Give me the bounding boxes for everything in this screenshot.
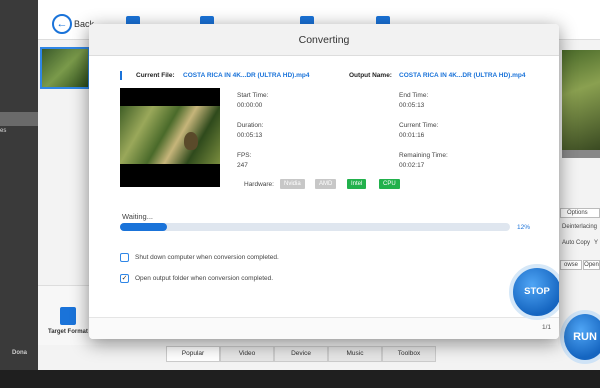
dialog-footer: 1/1 <box>89 317 559 339</box>
video-preview <box>120 88 220 187</box>
bottom-bar <box>0 370 600 388</box>
progress-fill <box>120 223 167 231</box>
converting-dialog: Converting Current File: COSTA RICA IN 4… <box>89 24 559 339</box>
left-panel-text: es <box>0 128 7 134</box>
arrow-left-icon: ← <box>56 18 68 30</box>
format-tabbar: Popular Video Device Music Toolbox <box>166 346 436 362</box>
tab-video[interactable]: Video <box>220 346 274 362</box>
open-button[interactable]: Open <box>583 260 600 270</box>
current-file-value: COSTA RICA IN 4K...DR (ULTRA HD).mp4 <box>183 72 310 79</box>
dialog-title: Converting <box>89 24 559 56</box>
start-time-value: 00:00:00 <box>237 102 263 109</box>
start-time-label: Start Time: <box>237 92 269 99</box>
hardware-cpu-badge[interactable]: CPU <box>379 179 400 189</box>
left-selected-item[interactable] <box>0 112 38 126</box>
status-text: Waiting... <box>122 212 153 221</box>
tab-popular[interactable]: Popular <box>166 346 220 362</box>
duration-label: Duration: <box>237 122 264 129</box>
current-time-value: 00:01:16 <box>399 132 425 139</box>
back-button[interactable]: ← <box>52 14 72 34</box>
end-time-label: End Time: <box>399 92 429 99</box>
output-name-value: COSTA RICA IN 4K...DR (ULTRA HD).mp4 <box>399 72 526 79</box>
duration-value: 00:05:13 <box>237 132 263 139</box>
current-file-label: Current File: <box>136 72 175 79</box>
hardware-intel-badge[interactable]: Intel <box>347 179 367 189</box>
shutdown-checkbox[interactable] <box>120 253 129 262</box>
progress-bar <box>120 223 510 231</box>
remaining-time-label: Remaining Time: <box>399 152 448 159</box>
remaining-time-value: 00:02:17 <box>399 162 425 169</box>
fps-label: FPS: <box>237 152 252 159</box>
bird-image <box>184 132 198 150</box>
browse-button[interactable]: owse <box>560 260 582 270</box>
hardware-nvidia-badge[interactable]: Nvidia <box>280 179 305 189</box>
tab-toolbox[interactable]: Toolbox <box>382 346 436 362</box>
hardware-label: Hardware: <box>244 181 274 188</box>
deinterlacing-checkbox[interactable]: Deinterlacing <box>562 224 597 230</box>
stop-button[interactable]: STOP <box>509 264 559 320</box>
left-panel: es Dona <box>0 0 38 370</box>
preview-thumbnail <box>562 50 600 150</box>
video-thumbnail[interactable] <box>40 47 90 89</box>
fps-value: 247 <box>237 162 248 169</box>
options-button[interactable]: Options <box>560 208 600 218</box>
auto-copy-value: Y <box>594 240 599 246</box>
preview-slider[interactable] <box>562 150 600 158</box>
target-format-label[interactable]: Target Format <box>48 329 88 335</box>
hardware-amd-badge[interactable]: AMD <box>315 179 337 189</box>
open-folder-label[interactable]: Open output folder when conversion compl… <box>135 275 273 282</box>
accent-bar <box>120 71 122 80</box>
tab-music[interactable]: Music <box>328 346 382 362</box>
progress-percent: 12% <box>517 224 531 231</box>
donate-label[interactable]: Dona <box>12 350 27 356</box>
page-count: 1/1 <box>541 324 551 331</box>
output-name-label: Output Name: <box>349 72 392 79</box>
shutdown-label[interactable]: Shut down computer when conversion compl… <box>135 254 279 261</box>
target-format-icon[interactable] <box>60 307 76 325</box>
current-time-label: Current Time: <box>399 122 439 129</box>
video-frame <box>120 106 220 164</box>
auto-copy-checkbox[interactable]: Auto Copy <box>562 240 590 246</box>
end-time-value: 00:05:13 <box>399 102 425 109</box>
open-folder-checkbox[interactable]: ✓ <box>120 274 129 283</box>
tab-device[interactable]: Device <box>274 346 328 362</box>
